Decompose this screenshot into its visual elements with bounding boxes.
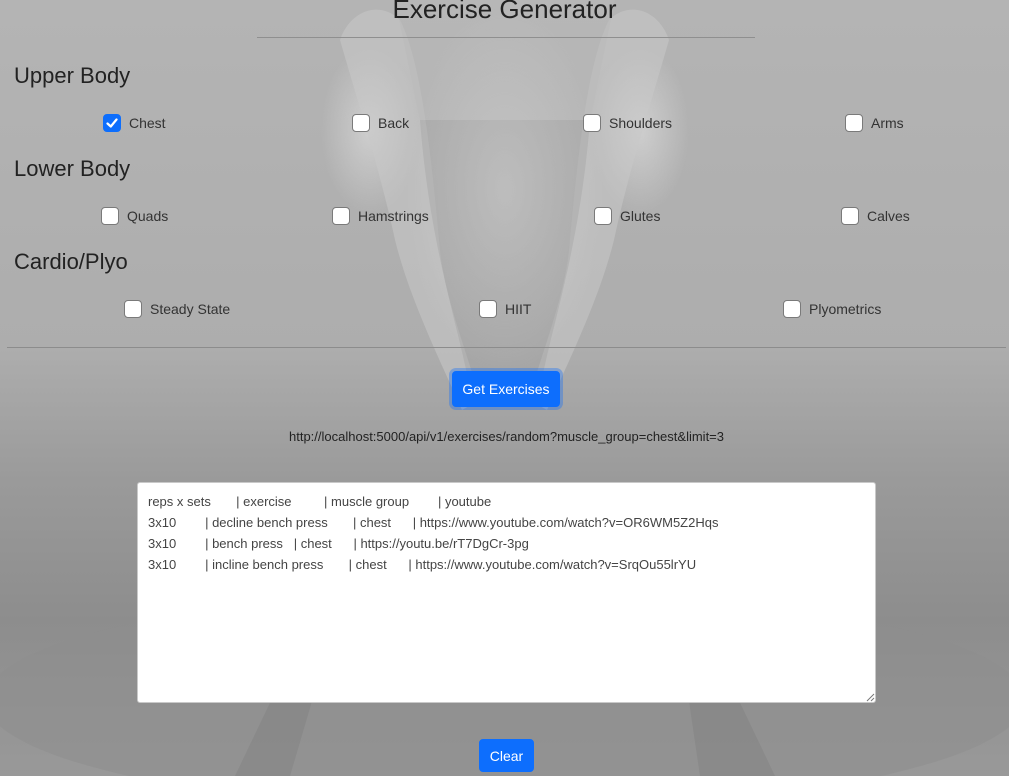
page-title: Exercise Generator — [392, 0, 617, 24]
plyometrics-checkbox-box[interactable] — [783, 300, 801, 318]
lower-body-options: Quads Hamstrings Glutes Calves — [0, 207, 1009, 231]
checkbox-shoulders[interactable]: Shoulders — [583, 114, 672, 132]
checkbox-calves[interactable]: Calves — [841, 207, 910, 225]
checkbox-label-back: Back — [378, 115, 410, 131]
back-checkbox-box[interactable] — [352, 114, 370, 132]
checkbox-chest[interactable]: Chest — [103, 114, 166, 132]
upper-body-heading: Upper Body — [14, 63, 131, 88]
chest-checkbox-box[interactable] — [103, 114, 121, 132]
arms-checkbox-box[interactable] — [845, 114, 863, 132]
checkbox-quads[interactable]: Quads — [101, 207, 168, 225]
cardio-plyo-heading: Cardio/Plyo — [14, 249, 128, 274]
exercise-generator-page: Exercise Generator Upper Body Chest Back… — [0, 0, 1009, 776]
checkbox-hamstrings[interactable]: Hamstrings — [332, 207, 429, 225]
checkbox-label-steady-state: Steady State — [150, 301, 231, 317]
title-divider — [257, 37, 755, 38]
checkbox-arms[interactable]: Arms — [845, 114, 904, 132]
shoulders-checkbox-box[interactable] — [583, 114, 601, 132]
checkbox-steady-state[interactable]: Steady State — [124, 300, 230, 318]
hiit-checkbox-box[interactable] — [479, 300, 497, 318]
section-divider — [7, 347, 1006, 348]
checkmark-icon — [106, 118, 118, 128]
checkbox-label-plyometrics: Plyometrics — [809, 301, 882, 317]
checkbox-label-calves: Calves — [867, 208, 910, 224]
hamstrings-checkbox-box[interactable] — [332, 207, 350, 225]
clear-button[interactable]: Clear — [479, 739, 534, 772]
exercise-output-textarea[interactable] — [137, 482, 876, 703]
calves-checkbox-box[interactable] — [841, 207, 859, 225]
get-exercises-button[interactable]: Get Exercises — [452, 371, 560, 407]
checkbox-back[interactable]: Back — [352, 114, 409, 132]
cardio-plyo-options: Steady State HIIT Plyometrics — [0, 300, 1009, 324]
checkbox-plyometrics[interactable]: Plyometrics — [783, 300, 881, 318]
lower-body-heading: Lower Body — [14, 156, 131, 181]
steady-state-checkbox-box[interactable] — [124, 300, 142, 318]
checkbox-label-hiit: HIIT — [505, 301, 532, 317]
checkbox-hiit[interactable]: HIIT — [479, 300, 531, 318]
checkbox-label-shoulders: Shoulders — [609, 115, 673, 131]
quads-checkbox-box[interactable] — [101, 207, 119, 225]
glutes-checkbox-box[interactable] — [594, 207, 612, 225]
checkbox-glutes[interactable]: Glutes — [594, 207, 660, 225]
checkbox-label-chest: Chest — [129, 115, 166, 131]
upper-body-options: Chest Back Shoulders Arms — [0, 114, 1009, 138]
checkbox-label-quads: Quads — [127, 208, 169, 224]
checkbox-label-arms: Arms — [871, 115, 904, 131]
checkbox-label-glutes: Glutes — [620, 208, 661, 224]
request-url-text: http://localhost:5000/api/v1/exercises/r… — [288, 429, 725, 444]
checkbox-label-hamstrings: Hamstrings — [358, 208, 429, 224]
